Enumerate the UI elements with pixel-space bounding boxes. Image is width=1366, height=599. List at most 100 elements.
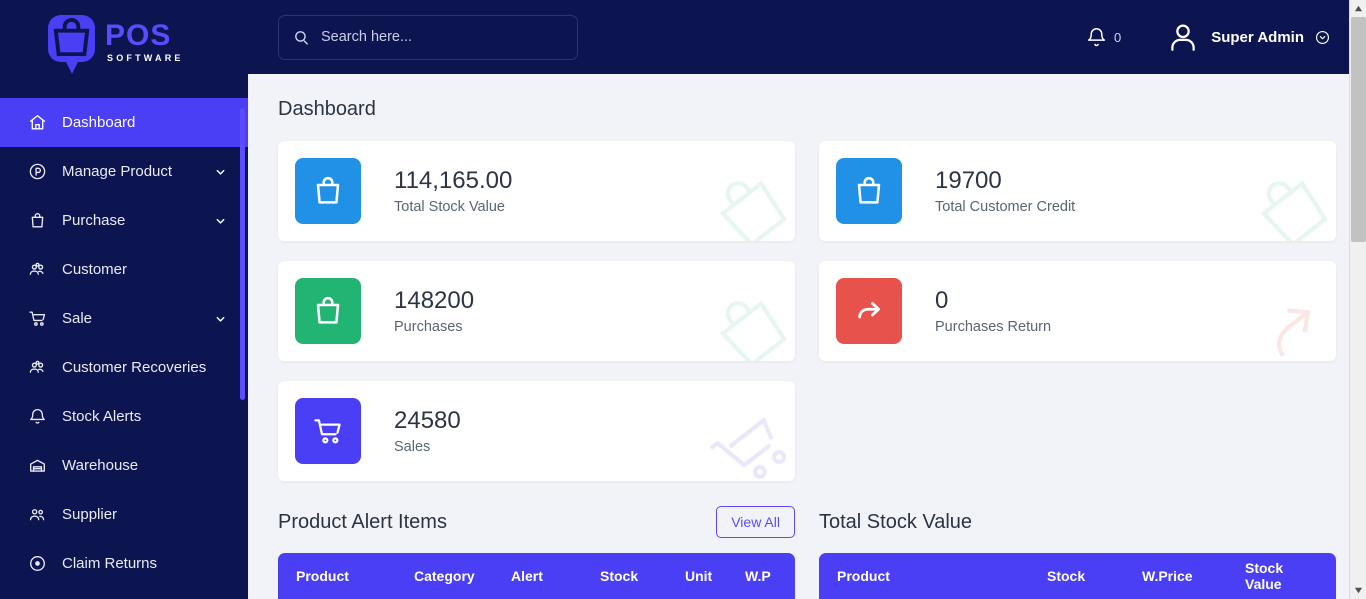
sidebar-item-dashboard[interactable]: Dashboard — [0, 98, 248, 147]
cart-watermark — [696, 395, 795, 481]
chevron-down-icon[interactable] — [215, 215, 226, 226]
column-header: Stock — [600, 568, 639, 584]
customers-icon — [26, 357, 48, 379]
chevron-down-circle-icon[interactable] — [1315, 30, 1330, 45]
sidebar-item-label: Stock Alerts — [62, 408, 142, 425]
sidebar-nav: Dashboard Manage Product Purchase Customer S… — [0, 92, 248, 588]
brand-logo[interactable]: POS SOFTWARE — [0, 0, 248, 92]
sidebar-item-label: Purchase — [62, 212, 126, 229]
stat-card-value: 0 — [935, 286, 949, 314]
column-header: Product — [296, 568, 349, 584]
app-root: POS SOFTWARE Dashboard Manage Product Purc… — [0, 0, 1366, 599]
sidebar-item-label: Dashboard — [62, 114, 136, 131]
target-dot-icon — [26, 553, 48, 575]
stat-card-value: 19700 — [935, 166, 1002, 194]
scroll-down-arrow-icon[interactable] — [1350, 582, 1366, 599]
stat-card-value: 24580 — [394, 406, 461, 434]
bell-icon — [26, 406, 48, 428]
shopping-bag-icon — [295, 158, 361, 224]
bag-watermark — [696, 155, 795, 241]
sidebar-item-stock-alerts[interactable]: Stock Alerts — [0, 392, 248, 441]
column-header: W.P — [745, 568, 771, 584]
scroll-up-arrow-icon[interactable] — [1350, 0, 1366, 17]
total-stock-panel: Total Stock Value Product Stock W.Price Sto… — [819, 505, 1336, 599]
bell-icon — [1086, 26, 1107, 49]
brand-text: POS SOFTWARE — [105, 21, 184, 71]
stat-card[interactable]: 148200 Purchases — [278, 261, 795, 361]
stat-card-body: 148200 Purchases — [394, 287, 474, 336]
total-stock-title: Total Stock Value — [819, 510, 973, 533]
stat-cards-grid: 114,165.00 Total Stock Value 19700 Total Cu… — [278, 141, 1336, 481]
arrow-watermark — [1237, 275, 1336, 361]
dashboard-content: Dashboard 114,165.00 Total Stock Value 197… — [248, 74, 1366, 599]
panels-row: Product Alert Items View All Product Cate… — [278, 505, 1336, 599]
customers-icon — [26, 259, 48, 281]
stat-card-body: 0 Purchases Return — [935, 287, 1051, 336]
stat-card-value: 114,165.00 — [394, 166, 513, 194]
brand-tagline: SOFTWARE — [107, 53, 184, 63]
topbar: 0 Super Admin — [248, 0, 1366, 74]
sidebar-item-claim-returns[interactable]: Claim Returns — [0, 539, 248, 588]
stat-card-label: Total Customer Credit — [935, 199, 1076, 216]
sidebar-item-customer-recoveries[interactable]: Customer Recoveries — [0, 343, 248, 392]
cart-icon — [26, 308, 48, 330]
search-box[interactable] — [278, 14, 578, 60]
stat-card[interactable]: 19700 Total Customer Credit — [819, 141, 1336, 241]
view-all-button[interactable]: View All — [716, 506, 795, 538]
stat-card-value: 148200 — [394, 286, 475, 314]
user-avatar-icon — [1166, 20, 1200, 54]
column-header: W.Price — [1142, 568, 1193, 584]
column-header: Unit — [685, 568, 713, 584]
page-scrollbar[interactable] — [1349, 0, 1366, 599]
chevron-down-icon[interactable] — [215, 166, 226, 177]
sidebar-item-customer[interactable]: Customer — [0, 245, 248, 294]
page-scrollbar-thumb[interactable] — [1351, 17, 1366, 242]
warehouse-icon — [26, 455, 48, 477]
sidebar-scrollbar-thumb[interactable] — [240, 108, 245, 400]
sidebar-item-label: Customer — [62, 261, 128, 278]
user-menu[interactable]: Super Admin — [1166, 20, 1330, 54]
stat-card-label: Total Stock Value — [394, 199, 505, 216]
search-input[interactable] — [321, 29, 563, 45]
sidebar-item-label: Supplier — [62, 506, 118, 523]
stat-card[interactable]: 24580 Sales — [278, 381, 795, 481]
column-header: Stock — [1047, 568, 1086, 584]
sidebar-item-label: Sale — [62, 310, 93, 327]
stat-card-body: 19700 Total Customer Credit — [935, 167, 1075, 216]
stat-card-body: 24580 Sales — [394, 407, 461, 456]
main-area: 0 Super Admin — [248, 0, 1366, 599]
home-icon — [26, 112, 48, 134]
bag-watermark — [696, 275, 795, 361]
chevron-down-icon[interactable] — [215, 313, 226, 324]
total-stock-header: Total Stock Value — [819, 505, 1336, 539]
supplier-people-icon — [26, 504, 48, 526]
brand-name: POS — [105, 19, 172, 52]
sidebar: POS SOFTWARE Dashboard Manage Product Purc… — [0, 0, 248, 599]
product-alert-title: Product Alert Items — [278, 510, 447, 533]
stat-card-label: Purchases Return — [935, 319, 1052, 336]
column-header: Stock Value — [1245, 560, 1284, 592]
sidebar-item-manage-product[interactable]: Manage Product — [0, 147, 248, 196]
product-alert-header: Product Alert Items View All — [278, 505, 795, 539]
column-header: Category — [414, 568, 475, 584]
sidebar-item-sale[interactable]: Sale — [0, 294, 248, 343]
stat-card-label: Sales — [394, 439, 431, 456]
stat-card[interactable]: 0 Purchases Return — [819, 261, 1336, 361]
shopping-bag-icon — [836, 158, 902, 224]
search-icon — [293, 29, 310, 46]
notifications-button[interactable]: 0 — [1086, 26, 1121, 49]
notification-count: 0 — [1113, 29, 1122, 45]
product-alert-table-header: Product Category Alert Stock Unit W.P — [278, 553, 795, 599]
user-name: Super Admin — [1211, 28, 1304, 46]
stat-card[interactable]: 114,165.00 Total Stock Value — [278, 141, 795, 241]
shopping-bag-pin-icon — [48, 15, 95, 77]
sidebar-item-supplier[interactable]: Supplier — [0, 490, 248, 539]
product-alert-panel: Product Alert Items View All Product Cate… — [278, 505, 795, 599]
total-stock-table-header: Product Stock W.Price Stock Value — [819, 553, 1336, 599]
sidebar-item-purchase[interactable]: Purchase — [0, 196, 248, 245]
sidebar-item-label: Claim Returns — [62, 555, 158, 572]
sidebar-item-warehouse[interactable]: Warehouse — [0, 441, 248, 490]
product-circle-icon — [26, 161, 48, 183]
page-title: Dashboard — [278, 98, 376, 120]
sidebar-item-label: Customer Recoveries — [62, 359, 207, 376]
